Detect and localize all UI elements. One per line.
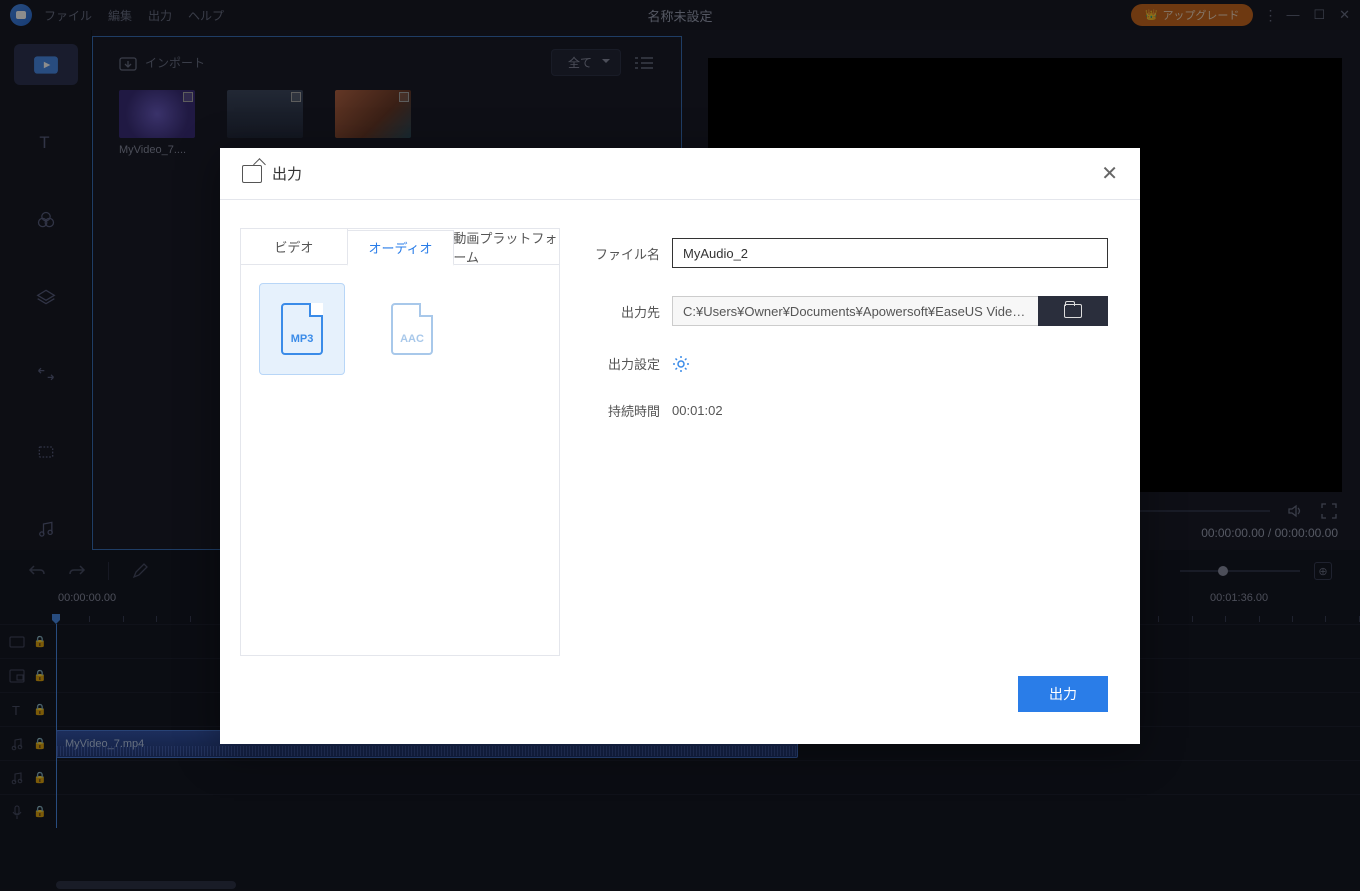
path-input[interactable] bbox=[672, 296, 1038, 326]
format-mp3[interactable]: MP3 bbox=[259, 283, 345, 375]
settings-label: 出力設定 bbox=[588, 354, 660, 373]
duration-value: 00:01:02 bbox=[672, 403, 723, 418]
settings-panel: ファイル名 出力先 出力設定 持続時間 00:01:02 bbox=[588, 228, 1108, 656]
format-panel: ビデオ オーディオ 動画プラットフォーム MP3 AAC bbox=[240, 228, 560, 656]
modal-overlay: 出力 ✕ ビデオ オーディオ 動画プラットフォーム MP3 AAC bbox=[0, 0, 1360, 891]
format-ext: MP3 bbox=[291, 333, 314, 345]
format-ext: AAC bbox=[400, 333, 424, 345]
export-icon bbox=[242, 165, 262, 183]
export-button[interactable]: 出力 bbox=[1018, 676, 1108, 712]
tab-audio[interactable]: オーディオ bbox=[347, 230, 455, 266]
close-icon[interactable]: ✕ bbox=[1101, 164, 1118, 184]
tab-video[interactable]: ビデオ bbox=[241, 229, 348, 265]
filename-label: ファイル名 bbox=[588, 244, 660, 263]
export-dialog: 出力 ✕ ビデオ オーディオ 動画プラットフォーム MP3 AAC bbox=[220, 148, 1140, 744]
folder-icon bbox=[1064, 304, 1082, 318]
dialog-title: 出力 bbox=[272, 163, 302, 184]
format-aac[interactable]: AAC bbox=[369, 283, 455, 375]
tab-platform[interactable]: 動画プラットフォーム bbox=[453, 229, 559, 265]
duration-label: 持続時間 bbox=[588, 401, 660, 420]
filename-input[interactable] bbox=[672, 238, 1108, 268]
browse-button[interactable] bbox=[1038, 296, 1108, 326]
gear-icon[interactable] bbox=[672, 355, 690, 373]
path-label: 出力先 bbox=[588, 302, 660, 321]
